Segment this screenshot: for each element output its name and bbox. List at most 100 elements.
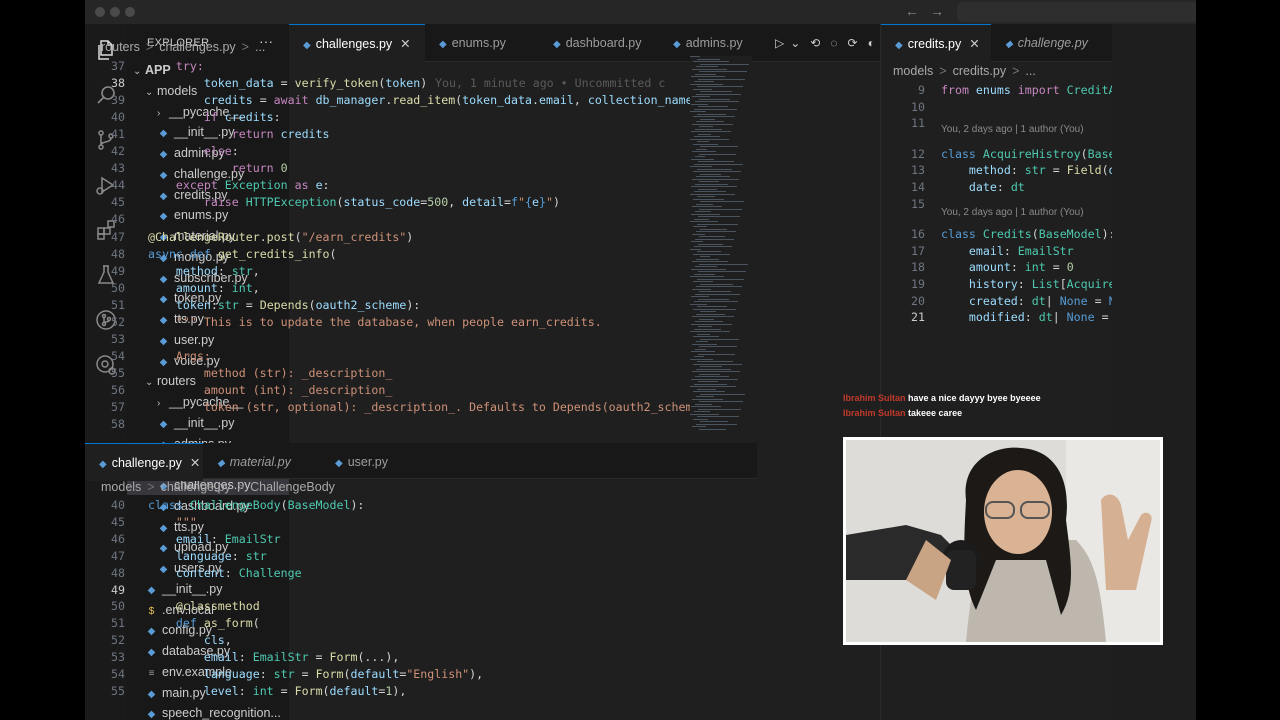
breadcrumb-segment[interactable]: credits.py <box>953 64 1007 78</box>
code-line[interactable]: date: dt <box>941 179 1025 196</box>
close-tab-icon[interactable]: ✕ <box>400 37 410 51</box>
editor-tab[interactable]: ◆ dashboard.py <box>539 24 659 62</box>
command-center-search[interactable] <box>957 2 1196 22</box>
forward-arrow-icon[interactable]: → <box>930 3 944 19</box>
file-item[interactable]: ◆ speech_recognition... <box>127 703 289 720</box>
go-forward-icon[interactable]: ⟳ <box>848 36 858 50</box>
code-token: modified <box>968 310 1025 325</box>
git-compare-icon[interactable]: ◐ <box>868 36 875 50</box>
editor-tab[interactable]: ◆ challenges.py ✕ <box>289 24 425 62</box>
code-line[interactable]: except Exception as e: <box>148 177 330 194</box>
code-line[interactable]: amount: int, <box>148 280 260 297</box>
breadcrumb-segment[interactable]: models <box>101 480 141 494</box>
minimap-line <box>696 368 731 370</box>
code-line[interactable]: class AcquireHistroy(Base <box>941 146 1112 163</box>
breadcrumb-separator: > <box>145 40 154 54</box>
breadcrumb-segment[interactable]: challenges.py <box>159 40 235 54</box>
minimap-top[interactable] <box>690 56 752 442</box>
code-line[interactable]: return credits <box>148 126 330 143</box>
editor-tab[interactable]: ◆ challenge.py <box>991 24 1112 62</box>
breadcrumb-segment[interactable]: models <box>893 64 933 78</box>
code-token: str <box>245 548 267 563</box>
chat-user: Ibrahim Sultan <box>843 408 906 418</box>
code-line[interactable]: credits = await db_manager.read_item(tok… <box>148 92 690 109</box>
code-line[interactable]: class ChallengeBody(BaseModel): <box>148 497 364 514</box>
run-icon[interactable]: ▷ <box>775 36 784 50</box>
code-line[interactable]: def as_form( <box>148 615 260 632</box>
breadcrumb-segment[interactable]: ... <box>1025 64 1035 78</box>
code-token: credits <box>203 93 253 108</box>
editor-tab[interactable]: ◆ enums.py <box>425 24 539 62</box>
code-token: Base <box>1087 146 1112 161</box>
run-dropdown-icon[interactable]: ⌄ <box>790 36 800 50</box>
minimap-line <box>691 268 726 270</box>
codelens-blame[interactable]: You, 2 days ago | 1 author (You) <box>941 207 1084 218</box>
minimap-line <box>695 183 728 185</box>
code-line[interactable]: email: EmailStr <box>941 243 1074 260</box>
code-line[interactable]: token_data = verify_token(token) <box>148 75 427 92</box>
code-token: ), <box>469 667 484 681</box>
code-line[interactable]: method: str, <box>148 263 260 280</box>
breadcrumb-segment[interactable]: ChallengeBody <box>250 480 335 494</box>
codelens-blame[interactable]: You, 2 days ago | 1 author (You) <box>941 124 1084 135</box>
editor-tab[interactable]: ◆ credits.py ✕ <box>881 24 991 62</box>
code-line[interactable]: async def get_credits_info( <box>148 246 337 263</box>
code-line[interactable]: @classmethod <box>148 598 260 615</box>
zoom-dot[interactable] <box>125 7 135 17</box>
code-line[interactable]: cls, <box>148 632 232 649</box>
breadcrumb-segment[interactable]: ... <box>255 40 265 54</box>
back-arrow-icon[interactable]: ← <box>905 3 919 19</box>
code-line[interactable]: amount (int): _description_ <box>148 382 392 399</box>
code-line[interactable]: amount: int = 0 <box>941 259 1074 276</box>
minimap-line <box>699 126 713 127</box>
code-line[interactable]: method: str = Field(d <box>941 162 1112 179</box>
code-line[interactable]: modified: dt| None = <box>941 309 1112 326</box>
close-tab-icon[interactable]: ✕ <box>969 37 979 51</box>
minimap-line <box>695 266 717 267</box>
code-line[interactable]: level: int = Form(default=1), <box>148 683 407 696</box>
code-token: } <box>538 195 546 210</box>
minimap-line <box>700 173 721 175</box>
code-line[interactable]: """ <box>148 514 197 531</box>
code-token: import <box>1017 83 1060 97</box>
line-number: 42 <box>111 144 125 159</box>
code-line[interactable]: Args: <box>148 348 211 365</box>
toggle-icon[interactable]: ◌ <box>830 36 837 50</box>
python-file-icon: ◆ <box>147 709 156 720</box>
breadcrumb-segment[interactable]: challenge.py <box>161 480 231 494</box>
code-line[interactable]: token (str, optional): _description_. De… <box>148 399 690 416</box>
code-line[interactable]: content: Challenge <box>148 565 302 582</box>
minimap-line <box>693 281 713 282</box>
minimap-line <box>698 381 718 382</box>
code-line[interactable]: if credits: <box>148 109 281 126</box>
code-line[interactable]: from enums import CreditA <box>941 82 1112 99</box>
minimize-dot[interactable] <box>110 7 120 17</box>
code-line[interactable]: token:str = Depends(oauth2_scheme): <box>148 297 420 314</box>
code-line[interactable]: try: <box>148 58 204 75</box>
code-line[interactable]: return 0 <box>148 160 288 177</box>
code-line[interactable]: email: EmailStr <box>148 531 281 548</box>
go-back-icon[interactable]: ⟲ <box>810 36 820 50</box>
code-token: : <box>210 297 218 312</box>
code-line[interactable]: language: str = Form(default="English"), <box>148 666 483 683</box>
breadcrumb-segment[interactable]: routers <box>101 40 140 54</box>
code-line[interactable]: history: List[Acquire <box>941 276 1112 293</box>
code-line[interactable]: email: EmailStr = Form(...), <box>148 649 399 666</box>
minimap-line <box>694 411 710 412</box>
code-line[interactable]: created: dt| None = N <box>941 293 1112 310</box>
minimap-line <box>698 188 717 190</box>
code-line[interactable]: else: <box>148 143 239 160</box>
minimap-line <box>693 308 736 310</box>
code-line[interactable]: method (str): _description_ <box>148 365 392 382</box>
minimap-line <box>692 206 722 207</box>
code-line[interactable]: @ChallengeRouter.post("/earn_credits") <box>148 229 413 246</box>
code-line[interactable]: language: str <box>148 548 267 565</box>
close-tab-icon[interactable]: ✕ <box>190 456 200 470</box>
code-line[interactable]: """ This is to update the database, when… <box>148 314 602 331</box>
code-line[interactable]: class Credits(BaseModel): <box>941 226 1112 243</box>
close-dot[interactable] <box>95 7 105 17</box>
code-line[interactable]: raise HTTPException(status_code=500, det… <box>148 194 560 211</box>
